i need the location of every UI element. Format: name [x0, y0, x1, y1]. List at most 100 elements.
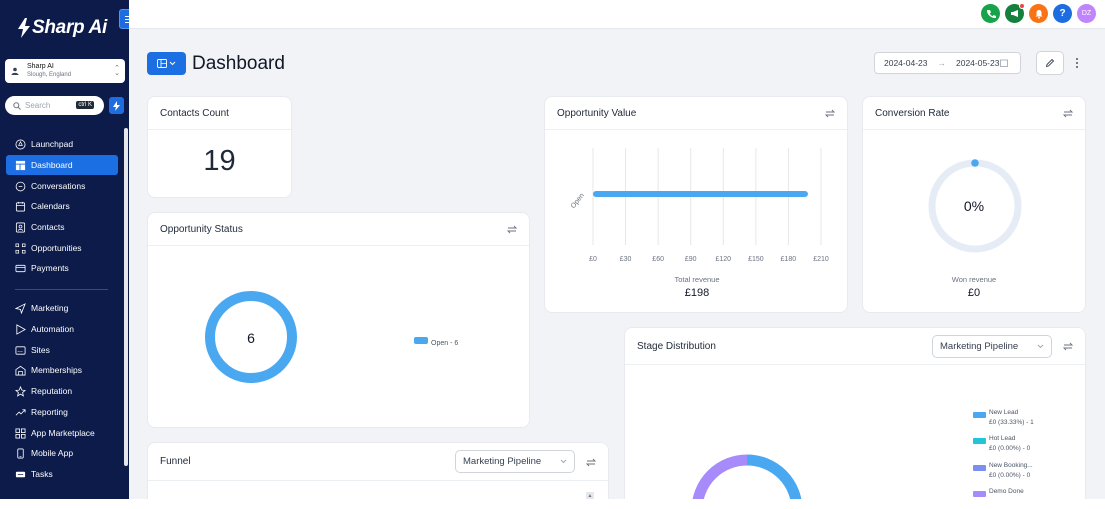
- sidebar-item-sites[interactable]: Sites: [6, 340, 118, 360]
- help-icon[interactable]: ?: [1053, 4, 1072, 23]
- swap-icon[interactable]: [507, 225, 517, 234]
- sidebar-item-reputation[interactable]: Reputation: [6, 381, 118, 401]
- user-icon: [11, 67, 19, 75]
- memberships-icon: [15, 365, 26, 375]
- x-tick-label: £180: [781, 256, 797, 263]
- sidebar-item-tasks[interactable]: Tasks: [6, 464, 118, 484]
- sidebar-item-label: Automation: [31, 324, 74, 334]
- won-revenue-label: Won revenue: [951, 275, 997, 284]
- grid-icon: [15, 428, 26, 438]
- calendar-icon: [1000, 59, 1009, 67]
- date-end: 2024-05-23: [955, 58, 1000, 68]
- edit-dashboard-button[interactable]: [1036, 51, 1064, 75]
- calendar-icon: [15, 201, 26, 211]
- sidebar-item-label: Conversations: [31, 181, 86, 191]
- card-header: Conversion Rate: [863, 97, 1085, 130]
- sidebar-item-memberships[interactable]: Memberships: [6, 360, 118, 380]
- x-tick-label: £90: [685, 256, 697, 263]
- search-input[interactable]: Search ctrl K: [5, 96, 104, 115]
- megaphone-icon[interactable]: [1005, 3, 1025, 23]
- sidebar-item-reporting[interactable]: Reporting: [6, 402, 118, 422]
- x-axis-label: Total revenue: [674, 275, 719, 284]
- opportunities-icon: [15, 243, 26, 253]
- legend-swatch: [414, 337, 428, 345]
- send-icon: [15, 302, 26, 314]
- account-name: Sharp AI: [27, 63, 54, 70]
- legend-value: £0 (0.00%) - 0: [989, 472, 1031, 479]
- pipeline-select-value: Marketing Pipeline: [463, 456, 542, 467]
- bell-icon[interactable]: [1029, 4, 1048, 23]
- swap-icon[interactable]: [1063, 109, 1073, 118]
- bolt-icon: [113, 100, 120, 111]
- legend-swatch: [973, 465, 986, 471]
- automation-icon: [16, 323, 26, 335]
- trend-icon: [15, 408, 26, 416]
- dashboard-switcher-button[interactable]: [147, 52, 186, 75]
- rocket-icon: [15, 139, 26, 149]
- bar-open: [593, 191, 808, 197]
- sidebar-item-label: Launchpad: [31, 139, 74, 149]
- sidebar-scrollbar[interactable]: [124, 128, 128, 466]
- sidebar-item-launchpad[interactable]: Launchpad: [6, 134, 118, 154]
- chevron-down-icon: [1037, 344, 1044, 349]
- sidebar-item-dashboard[interactable]: Dashboard: [6, 155, 118, 175]
- sidebar-item-label: App Marketplace: [31, 428, 95, 438]
- sidebar-item-app-marketplace[interactable]: App Marketplace: [6, 423, 118, 443]
- payments-icon: [15, 264, 26, 272]
- chevron-updown-icon: ⌃ ⌄: [114, 65, 120, 77]
- legend-value: £0 (0.00%) - 0: [989, 445, 1031, 452]
- more-options-icon[interactable]: [1074, 55, 1080, 71]
- x-tick-label: £150: [748, 256, 764, 263]
- pipeline-select-value: Marketing Pipeline: [940, 341, 1019, 352]
- donut-center-value: 6: [247, 330, 255, 346]
- stage-legend-item: New Lead £0 (33.33%) - 1: [973, 408, 1034, 428]
- chevron-down-icon: [169, 61, 176, 66]
- pencil-icon: [1045, 58, 1055, 68]
- donut-legend: Open - 6: [414, 332, 458, 350]
- sidebar-item-label: Contacts: [31, 222, 65, 232]
- avatar[interactable]: DZ: [1077, 4, 1096, 23]
- account-location: Slough, England: [27, 72, 72, 78]
- swap-icon[interactable]: [586, 458, 596, 467]
- phone-icon[interactable]: [981, 4, 1000, 23]
- sidebar-item-opportunities[interactable]: Opportunities: [6, 238, 118, 258]
- swap-icon[interactable]: [825, 109, 835, 118]
- sidebar-item-label: Reporting: [31, 407, 68, 417]
- sidebar-item-automation[interactable]: Automation: [6, 319, 118, 339]
- contacts-count-card: Contacts Count 19: [147, 96, 292, 198]
- sidebar-item-conversations[interactable]: Conversations: [6, 176, 118, 196]
- sidebar-item-payments[interactable]: Payments: [6, 258, 118, 278]
- x-tick-label: £0: [589, 256, 597, 263]
- sidebar-item-label: Opportunities: [31, 243, 82, 253]
- date-range-picker[interactable]: 2024-04-23 → 2024-05-23: [874, 52, 1021, 74]
- card-title: Opportunity Value: [557, 107, 637, 119]
- sidebar-item-mobile-app[interactable]: Mobile App: [6, 443, 118, 463]
- search-shortcut: ctrl K: [76, 101, 94, 109]
- brand-name: Sharp Ai: [32, 17, 108, 38]
- page-title: Dashboard: [192, 53, 285, 74]
- card-title: Funnel: [160, 456, 191, 467]
- sidebar-item-label: Payments: [31, 263, 69, 273]
- card-title: Opportunity Status: [160, 223, 243, 235]
- quick-action-button[interactable]: [109, 97, 124, 114]
- conversion-rate-value: 0%: [963, 198, 985, 214]
- sidebar-item-label: Marketing: [31, 303, 69, 313]
- account-switcher[interactable]: Sharp AI Slough, England ⌃ ⌄: [5, 59, 125, 83]
- top-bar: ? DZ: [129, 0, 1105, 29]
- card-title: Conversion Rate: [875, 107, 950, 119]
- legend-label: Open - 6: [431, 340, 459, 347]
- brand-logo[interactable]: Sharp Ai: [18, 16, 107, 40]
- sidebar-item-contacts[interactable]: Contacts: [6, 217, 118, 237]
- sidebar-item-calendars[interactable]: Calendars: [6, 196, 118, 216]
- sidebar-item-marketing[interactable]: Marketing: [6, 298, 118, 318]
- nav-divider: [15, 289, 108, 290]
- contacts-count-value: 19: [203, 145, 236, 177]
- notification-dot: [1019, 3, 1025, 9]
- pipeline-select[interactable]: Marketing Pipeline: [932, 335, 1052, 358]
- total-revenue-value: £198: [685, 287, 709, 299]
- x-tick-label: £120: [715, 256, 731, 263]
- swap-icon[interactable]: [1063, 342, 1073, 351]
- card-title: Stage Distribution: [637, 340, 716, 352]
- date-start: 2024-04-23: [884, 58, 928, 68]
- pipeline-select[interactable]: Marketing Pipeline: [455, 450, 575, 473]
